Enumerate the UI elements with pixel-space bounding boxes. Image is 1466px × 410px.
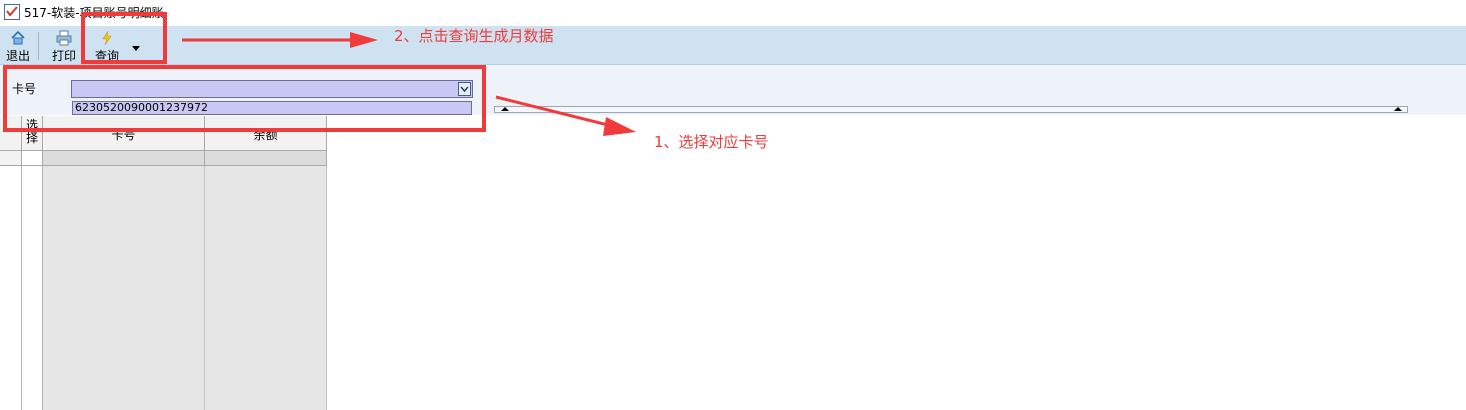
arrow-line-step1 <box>495 95 613 128</box>
arrow-head-step2 <box>350 32 378 48</box>
annotation-arrows <box>182 32 636 136</box>
annotation-step2: 2、点击查询生成月数据 <box>394 27 554 45</box>
arrow-head-step1 <box>603 117 636 136</box>
annotation-step1: 1、选择对应卡号 <box>654 133 769 151</box>
